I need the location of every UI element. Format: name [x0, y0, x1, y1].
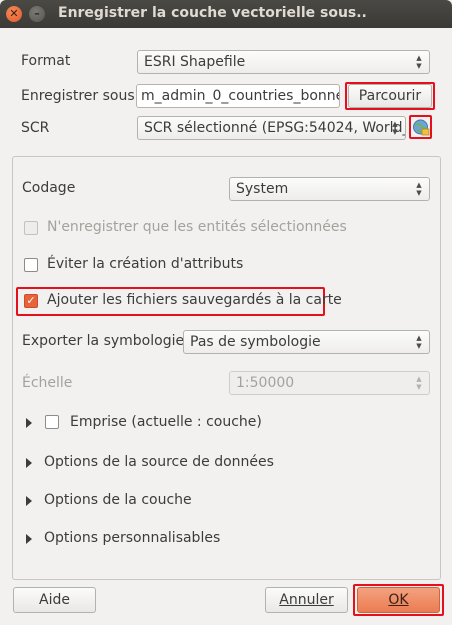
browse-button[interactable]: Parcourir [348, 84, 432, 108]
selected-only-label: N'enregistrer que les entités sélectionn… [47, 219, 347, 235]
scale-spinbox[interactable]: 1:50000 ▲ ▼ [229, 371, 430, 395]
selected-only-checkbox[interactable] [24, 221, 38, 235]
datasource-options-section[interactable]: Options de la source de données [44, 454, 274, 470]
format-select-value: ESRI Shapefile [144, 54, 246, 70]
scale-label: Échelle [22, 375, 73, 391]
checkmark-icon: ✓ [26, 294, 36, 307]
crs-select[interactable]: SCR sélectionné (EPSG:54024, World_ ▲ ▼ [137, 116, 406, 140]
updown-arrows-icon: ▲ ▼ [392, 120, 398, 136]
avoid-attributes-checkbox[interactable] [24, 258, 38, 272]
globe-icon [413, 119, 430, 136]
extent-checkbox[interactable] [45, 415, 59, 429]
updown-arrows-icon: ▲ ▼ [416, 375, 422, 391]
save-as-label: Enregistrer sous [21, 88, 135, 104]
save-as-input[interactable]: m_admin_0_countries_bonne [136, 84, 340, 108]
updown-arrows-icon: ▲ ▼ [416, 181, 422, 197]
encoding-select[interactable]: System ▲ ▼ [229, 177, 430, 201]
window-title: Enregistrer la couche vectorielle sous.. [58, 5, 367, 21]
format-label: Format [21, 53, 71, 69]
ok-button-label: OK [388, 592, 409, 608]
avoid-attributes-label: Éviter la création d'attributs [47, 256, 244, 272]
extent-label: Emprise (actuelle : couche) [70, 414, 262, 430]
title-bar: ✕ – Enregistrer la couche vectorielle so… [0, 0, 452, 28]
updown-arrows-icon: ▲ ▼ [416, 54, 422, 70]
format-select[interactable]: ESRI Shapefile ▲ ▼ [137, 50, 430, 74]
cancel-button[interactable]: Annuler [265, 587, 348, 613]
close-window-icon[interactable]: ✕ [6, 6, 22, 22]
crs-select-value: SCR sélectionné (EPSG:54024, World_ [144, 120, 406, 136]
crs-select-button[interactable] [411, 117, 430, 137]
expand-triangle-icon[interactable] [26, 458, 32, 468]
add-to-map-label: Ajouter les fichiers sauvegardés à la ca… [47, 292, 342, 308]
layer-options-section[interactable]: Options de la couche [44, 492, 192, 508]
cancel-button-label: Annuler [279, 592, 334, 608]
expand-triangle-icon[interactable] [26, 534, 32, 544]
updown-arrows-icon: ▲ ▼ [416, 334, 422, 350]
help-button[interactable]: Aide [13, 587, 96, 613]
add-to-map-checkbox[interactable]: ✓ [24, 294, 38, 308]
crs-label: SCR [21, 120, 50, 136]
symbology-select-value: Pas de symbologie [190, 334, 321, 350]
encoding-select-value: System [236, 181, 289, 197]
minimize-window-icon[interactable]: – [29, 6, 45, 22]
ok-button[interactable]: OK [357, 587, 440, 613]
expand-triangle-icon[interactable] [26, 418, 32, 428]
custom-options-section[interactable]: Options personnalisables [44, 530, 220, 546]
symbology-select[interactable]: Pas de symbologie ▲ ▼ [183, 330, 430, 354]
expand-triangle-icon[interactable] [26, 496, 32, 506]
encoding-label: Codage [22, 180, 76, 196]
scale-spinbox-value: 1:50000 [236, 375, 295, 391]
symbology-label: Exporter la symbologie [22, 333, 185, 349]
